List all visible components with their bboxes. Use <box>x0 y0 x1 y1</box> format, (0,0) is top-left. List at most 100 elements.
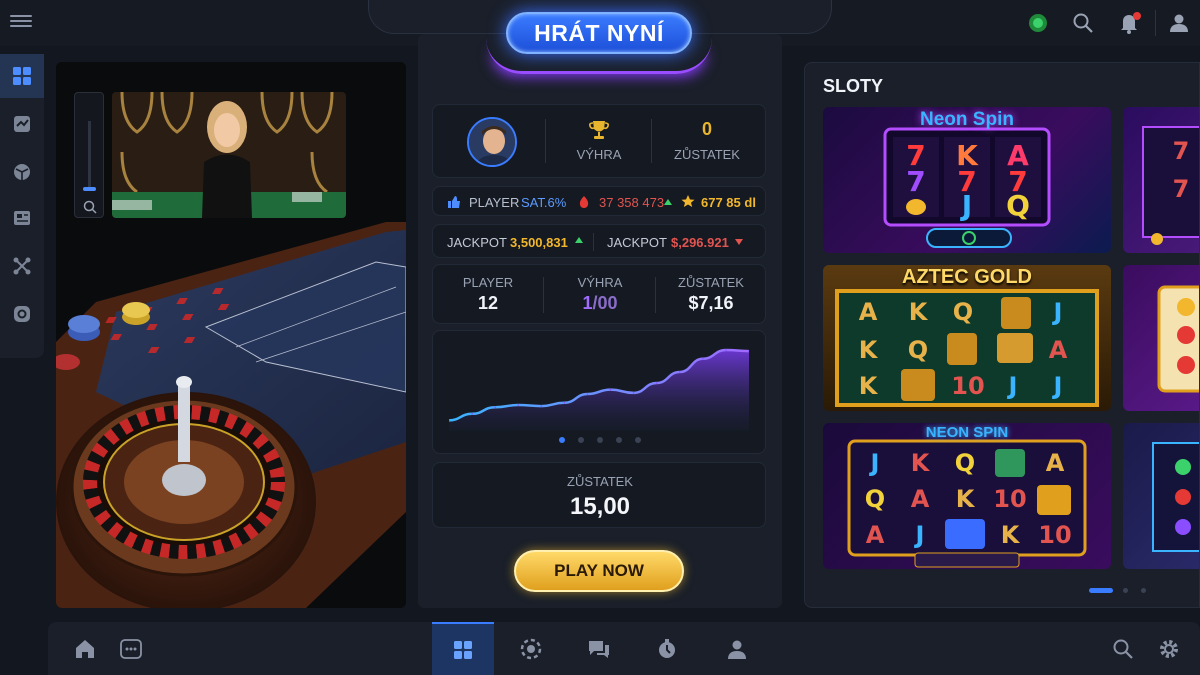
chat-icon <box>589 640 609 658</box>
sidebar-item-dashboard[interactable] <box>0 54 44 98</box>
slot-game-neon-spin[interactable]: 7KA 777 JQ Neon Spin <box>823 107 1111 253</box>
chart-point <box>517 404 520 406</box>
chart-point <box>702 358 704 360</box>
chart-point <box>540 405 543 407</box>
game-title: NEON SPIN <box>925 424 1009 441</box>
slot-game-partial-3[interactable] <box>1123 423 1199 569</box>
ticker-label: PLAYER <box>469 195 520 210</box>
status-online-icon[interactable] <box>1027 12 1049 34</box>
search-icon[interactable] <box>1072 12 1094 34</box>
ticker-value: 677 85 dl <box>701 195 756 210</box>
svg-text:10: 10 <box>1038 521 1071 549</box>
nav-more[interactable] <box>100 622 162 675</box>
nav-dashboard[interactable] <box>432 622 494 675</box>
win-value: 1/00 <box>582 293 618 313</box>
ball-icon <box>14 164 30 180</box>
divider <box>593 233 594 251</box>
search-icon <box>1113 639 1133 659</box>
svg-text:7: 7 <box>1173 175 1190 203</box>
slot-game-partial-2[interactable] <box>1123 265 1199 411</box>
carousel-dots[interactable] <box>559 437 641 445</box>
chart-point <box>725 349 727 351</box>
gear-icon <box>1160 639 1178 658</box>
nav-bonus[interactable] <box>636 622 698 675</box>
live-roulette-panel[interactable] <box>56 62 406 608</box>
chart-point <box>632 392 635 394</box>
carousel-dot[interactable] <box>597 437 603 443</box>
divider <box>655 277 656 313</box>
svg-text:Q: Q <box>908 336 928 364</box>
balance-card: ZŮSTATEK 15,00 <box>432 462 766 528</box>
carousel-dot[interactable] <box>616 437 622 443</box>
star-icon <box>681 194 695 208</box>
sidebar-item-news[interactable] <box>0 196 44 240</box>
win-label: VÝHRA <box>577 275 623 290</box>
slots-page-dot-active[interactable] <box>1089 588 1113 593</box>
slot-game-aztec-gold[interactable]: AKQJ KQA K 10 J J AZTEC GOLD <box>823 265 1111 411</box>
user-profile-icon[interactable] <box>1168 12 1190 34</box>
player-value: 12 <box>477 293 499 313</box>
carousel-dot[interactable] <box>578 437 584 443</box>
play-now-top-button[interactable]: HRÁT NYNÍ <box>506 12 692 54</box>
chart-point <box>586 393 589 395</box>
hamburger-menu-icon[interactable] <box>10 12 32 32</box>
nav-chat[interactable] <box>568 622 630 675</box>
nav-settings[interactable] <box>1138 622 1200 675</box>
play-now-button[interactable]: PLAY NOW <box>514 550 684 592</box>
nav-profile[interactable] <box>706 622 768 675</box>
svg-text:10: 10 <box>993 485 1026 513</box>
slot-game-neon-spin-2[interactable]: JKQA Q A K 10 A J K 10 NEON SPIN <box>823 423 1111 569</box>
svg-text:J: J <box>960 189 972 222</box>
carousel-dot[interactable] <box>635 437 641 443</box>
network-icon <box>13 257 31 275</box>
up-arrow-icon <box>664 199 672 205</box>
jackpot-value: 3,500,831 <box>510 235 568 250</box>
grid-icon <box>454 640 472 659</box>
carousel-dot[interactable] <box>559 437 565 443</box>
fire-icon <box>578 195 590 209</box>
user-icon <box>728 640 746 659</box>
svg-text:J: J <box>1052 298 1063 326</box>
svg-text:K: K <box>859 336 879 364</box>
svg-text:Q: Q <box>953 298 973 326</box>
jackpot-value: $,296.921 <box>671 235 729 250</box>
slots-page-dot[interactable] <box>1123 588 1128 593</box>
chart-check-icon <box>14 116 30 132</box>
zoom-icon[interactable] <box>82 199 98 215</box>
zoom-slider[interactable] <box>74 92 104 218</box>
sidebar-item-support[interactable] <box>0 292 44 336</box>
svg-text:J: J <box>1007 372 1018 400</box>
slot-game-partial-1[interactable]: 77 <box>1123 107 1199 253</box>
svg-text:7: 7 <box>906 165 925 198</box>
divider <box>545 119 546 163</box>
svg-text:J: J <box>1052 372 1063 400</box>
zoom-track <box>88 121 91 191</box>
svg-text:K: K <box>911 449 931 477</box>
sidebar-item-network[interactable] <box>0 244 44 288</box>
chart-point <box>678 371 681 373</box>
grid-icon <box>13 67 31 85</box>
divider <box>1155 10 1156 36</box>
dealer-video[interactable] <box>112 92 346 218</box>
sidebar-item-stats[interactable] <box>0 102 44 146</box>
jackpot-row: JACKPOT 3,500,831 JACKPOT $,296.921 <box>432 224 766 258</box>
svg-text:K: K <box>859 372 879 400</box>
live-ticker: PLAYER SAT.6% 37 358 473 677 85 dl <box>432 186 766 216</box>
sidebar-item-sports[interactable] <box>0 150 44 194</box>
svg-text:J: J <box>869 449 880 477</box>
notification-bell-icon[interactable] <box>1118 12 1141 34</box>
nav-casino[interactable] <box>500 622 562 675</box>
more-icon <box>120 638 142 659</box>
svg-text:K: K <box>956 485 976 513</box>
divider <box>651 119 652 163</box>
home-icon <box>76 639 94 658</box>
thumbs-up-icon <box>447 195 461 209</box>
zoom-handle[interactable] <box>83 187 96 191</box>
slots-page-dot[interactable] <box>1141 588 1146 593</box>
chart-point <box>609 388 612 391</box>
game-title: AZTEC GOLD <box>902 266 1032 288</box>
svg-text:K: K <box>1001 521 1021 549</box>
summary-card: PLAYER 12 VÝHRA 1/00 ZŮSTATEK $7,16 <box>432 264 766 324</box>
avatar[interactable] <box>467 117 517 167</box>
svg-text:A: A <box>859 298 878 326</box>
